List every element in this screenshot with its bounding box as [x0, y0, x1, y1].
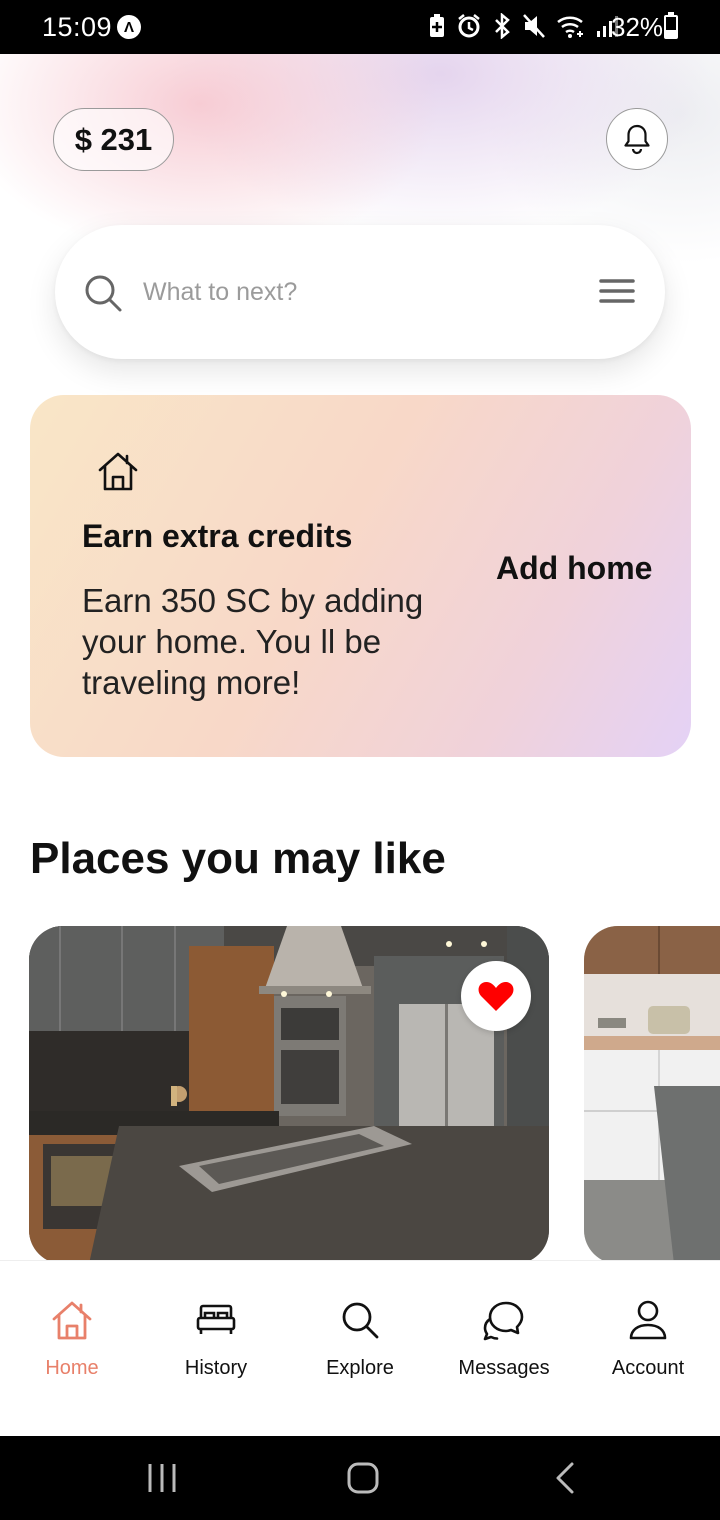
- earn-credits-card[interactable]: Earn extra credits Earn 350 SC by adding…: [30, 395, 691, 757]
- status-time: 15:09: [42, 12, 113, 42]
- status-bar: 15:09 Λ 32%: [0, 0, 720, 54]
- places-section-title: Places you may like: [30, 834, 446, 883]
- nav-account-label: Account: [611, 1357, 685, 1379]
- battery-percent: 32%: [611, 12, 664, 42]
- chat-icon: [483, 1301, 524, 1341]
- nav-messages-label: Messages: [458, 1357, 550, 1379]
- search-input[interactable]: [143, 267, 563, 317]
- alarm-icon: [458, 14, 480, 38]
- app-screen: $ 231 Earn extra credits Earn 350 SC by …: [0, 54, 720, 1436]
- house-icon: [98, 452, 138, 491]
- wifi-icon: [557, 16, 583, 38]
- nav-history[interactable]: History: [144, 1295, 288, 1380]
- nav-messages[interactable]: Messages: [432, 1295, 576, 1380]
- recents-button[interactable]: [146, 1458, 178, 1498]
- home-icon: [52, 1301, 92, 1340]
- promo-title: Earn extra credits: [82, 518, 353, 554]
- user-icon: [629, 1300, 667, 1340]
- promo-description: Earn 350 SC by adding your home. You ll …: [82, 582, 424, 701]
- search-icon: [342, 1302, 379, 1339]
- nav-account[interactable]: Account: [576, 1295, 720, 1380]
- bed-icon: [196, 1304, 236, 1334]
- battery-saver-icon: [430, 14, 444, 37]
- home-button[interactable]: [345, 1458, 381, 1498]
- search-bar[interactable]: [55, 225, 665, 359]
- nav-home[interactable]: Home: [0, 1295, 144, 1380]
- bluetooth-icon: [495, 13, 510, 39]
- search-icon: [85, 275, 122, 312]
- nav-history-label: History: [184, 1357, 248, 1379]
- bell-icon: [624, 124, 650, 155]
- add-home-button[interactable]: Add home: [496, 550, 652, 587]
- heart-icon: [478, 982, 514, 1011]
- back-button[interactable]: [552, 1458, 578, 1498]
- status-icons: [428, 13, 618, 39]
- place-card[interactable]: [584, 926, 720, 1264]
- menu-icon[interactable]: [599, 277, 635, 305]
- nav-home-label: Home: [45, 1357, 99, 1379]
- nav-explore-label: Explore: [326, 1357, 394, 1379]
- credits-balance-button[interactable]: $ 231: [53, 108, 174, 171]
- white-kitchen-photo: [584, 926, 720, 1264]
- notifications-button[interactable]: [606, 108, 668, 170]
- system-navigation-bar: [0, 1436, 720, 1520]
- favorite-button[interactable]: [461, 961, 531, 1031]
- mute-icon: [523, 14, 545, 38]
- battery-icon: [664, 12, 678, 39]
- nav-explore[interactable]: Explore: [288, 1295, 432, 1380]
- bottom-navigation: Home History Explore Messages Account: [0, 1260, 720, 1436]
- notification-app-icon: Λ: [117, 15, 141, 39]
- place-card[interactable]: [29, 926, 549, 1264]
